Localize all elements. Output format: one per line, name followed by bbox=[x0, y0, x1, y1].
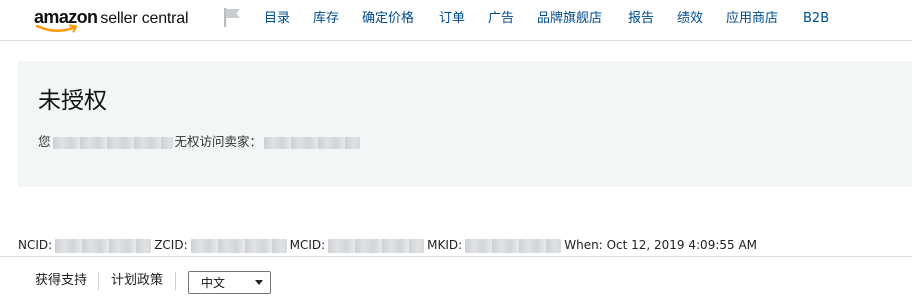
nav-catalog[interactable]: 目录 bbox=[264, 11, 290, 27]
message-middle: 无权访问卖家： bbox=[174, 134, 263, 149]
redacted-seller-name bbox=[264, 136, 361, 149]
program-policies-link[interactable]: 计划政策 bbox=[111, 272, 163, 290]
nav-reports[interactable]: 报告 bbox=[628, 11, 654, 27]
nav-brand-stores[interactable]: 品牌旗舰店 bbox=[537, 11, 602, 27]
redacted-mkid bbox=[465, 238, 562, 253]
nav-inventory[interactable]: 库存 bbox=[313, 11, 339, 27]
mkid-label: MKID: bbox=[427, 238, 463, 252]
nav-appstore[interactable]: 应用商店 bbox=[726, 11, 778, 27]
footer-divider bbox=[98, 272, 99, 290]
unauthorized-message: 您 无权访问卖家： bbox=[38, 133, 362, 151]
message-prefix: 您 bbox=[38, 134, 51, 149]
get-support-link[interactable]: 获得支持 bbox=[35, 272, 87, 290]
footer-divider bbox=[175, 272, 176, 290]
logo-product: seller central bbox=[100, 10, 189, 27]
ncid-label: NCID: bbox=[18, 238, 53, 252]
mcid-label: MCID: bbox=[289, 238, 326, 252]
amazon-smile-icon bbox=[35, 24, 78, 33]
nav-pricing[interactable]: 确定价格 bbox=[362, 11, 414, 27]
footer: 获得支持 计划政策 中文 bbox=[0, 256, 912, 308]
chevron-down-icon bbox=[255, 280, 263, 285]
zcid-label: ZCID: bbox=[154, 238, 188, 252]
session-ids: NCID: ZCID: MCID: MKID: When: Oct 12, 2019 4… bbox=[18, 236, 757, 254]
unauthorized-panel: 未授权 您 无权访问卖家： bbox=[18, 61, 912, 187]
language-selected-value: 中文 bbox=[201, 276, 226, 290]
amazon-seller-central-logo[interactable]: amazon seller central bbox=[34, 4, 200, 34]
redacted-user-name bbox=[52, 136, 173, 149]
redacted-zcid bbox=[190, 238, 287, 253]
language-select[interactable]: 中文 bbox=[188, 271, 271, 294]
redacted-ncid bbox=[55, 238, 152, 253]
when-label: When: bbox=[564, 238, 603, 252]
redacted-mcid bbox=[328, 238, 425, 253]
page-title: 未授权 bbox=[38, 88, 107, 114]
nav-orders[interactable]: 订单 bbox=[439, 11, 465, 27]
nav-performance[interactable]: 绩效 bbox=[677, 11, 703, 27]
nav-advertising[interactable]: 广告 bbox=[488, 11, 514, 27]
nav-b2b[interactable]: B2B bbox=[803, 11, 829, 27]
flag-icon[interactable] bbox=[221, 6, 243, 28]
when-value: Oct 12, 2019 4:09:55 AM bbox=[606, 238, 758, 252]
top-navigation: amazon seller central 目录 库存 确定价格 订单 广告 品牌… bbox=[0, 0, 912, 41]
